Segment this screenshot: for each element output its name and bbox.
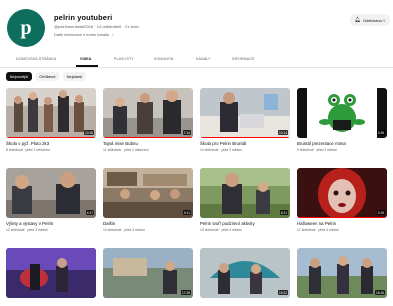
video-card[interactable]: 5:11 Dalšin 10 zhlédnutí · před 3 měsíci xyxy=(103,168,193,232)
video-title[interactable]: Škola pro Pelrin Bruntál xyxy=(200,141,290,146)
chevron-right-icon: › xyxy=(112,32,114,37)
video-thumbnail[interactable]: 17:28 xyxy=(103,248,193,298)
channel-tabs: Domovská stránka Videa Playlisty Komunit… xyxy=(0,54,393,68)
video-duration: 10:38 xyxy=(84,130,94,135)
channel-name: pelrin youtuberi xyxy=(54,13,113,22)
video-card[interactable]: 3:26 Bruntál prezentace mima 9 zhlédnutí… xyxy=(297,88,387,152)
tab-community[interactable]: Komunita xyxy=(154,57,174,61)
channel-avatar[interactable]: p xyxy=(7,9,45,47)
video-duration: 3:15 xyxy=(376,210,385,215)
video-duration: 4:17 xyxy=(85,210,94,215)
subscribed-label: Odebíráno ˅ xyxy=(363,17,386,23)
avatar-letter: p xyxy=(20,16,32,39)
video-thumbnail[interactable]: 3:26 xyxy=(297,88,387,138)
watch-progress-bar xyxy=(297,216,387,218)
tab-channels[interactable]: Kanály xyxy=(196,57,211,61)
video-thumbnail[interactable] xyxy=(6,248,96,298)
video-card[interactable] xyxy=(6,248,96,298)
video-title[interactable]: Pelrin tvoří podzimní aktivity xyxy=(200,221,290,226)
chip-newest[interactable]: Nejnovější xyxy=(6,72,32,81)
video-duration: 17:28 xyxy=(181,290,191,295)
subscribed-button[interactable]: 🔔︎ Odebíráno ˅ xyxy=(350,14,390,26)
video-duration: 19:22 xyxy=(278,290,288,295)
video-duration: 10:14 xyxy=(278,130,288,135)
video-title[interactable]: Dalšin xyxy=(103,221,193,226)
video-card[interactable]: 16:16 xyxy=(297,248,387,298)
video-card[interactable]: 7:14 Tajná mise Bubnu 11 zhlédnutí · pře… xyxy=(103,88,193,152)
video-meta: 12 zhlédnutí · před 3 měsíci xyxy=(6,227,48,232)
video-duration: 7:14 xyxy=(182,130,191,135)
tab-videos[interactable]: Videa xyxy=(80,57,91,61)
channel-about-link[interactable]: Další informace o tomto kanálu › xyxy=(54,32,113,37)
video-meta: 8 zhlédnutí · před 1 měsícem xyxy=(6,147,50,152)
video-card[interactable]: 4:17 Výlety a výstavy v Pelrin 12 zhlédn… xyxy=(6,168,96,232)
video-card[interactable]: 10:14 Škola pro Pelrin Bruntál 10 zhlédn… xyxy=(200,88,290,152)
video-card[interactable]: 19:22 xyxy=(200,248,290,298)
channel-header: p pelrin youtuberi @pelrinmeubetal2018 ·… xyxy=(0,0,393,52)
tab-about[interactable]: Informace xyxy=(232,57,254,61)
video-card[interactable]: 17:28 xyxy=(103,248,193,298)
video-thumbnail[interactable]: 7:14 xyxy=(103,88,193,138)
video-meta: 10 zhlédnutí · před 2 měsíci xyxy=(200,147,242,152)
video-meta: 13 zhlédnutí · před 4 měsíci xyxy=(200,227,242,232)
channel-about-label: Další informace o tomto kanálu xyxy=(54,32,110,37)
video-duration: 5:11 xyxy=(183,210,191,215)
watch-progress-bar xyxy=(200,136,290,138)
video-thumbnail[interactable]: 19:22 xyxy=(200,248,290,298)
video-meta: 9 zhlédnutí · před 2 měsíci xyxy=(297,147,337,152)
tab-playlists[interactable]: Playlisty xyxy=(114,57,134,61)
video-duration: 16:16 xyxy=(375,290,385,295)
video-meta: 10 zhlédnutí · před 3 měsíci xyxy=(103,227,145,232)
bell-icon: 🔔︎ xyxy=(354,17,361,23)
video-thumbnail[interactable]: 10:38 xyxy=(6,88,96,138)
chip-oldest[interactable]: Nejstarší xyxy=(63,72,86,81)
video-duration: 3:26 xyxy=(376,130,385,135)
video-card[interactable]: 3:15 Halloween na Pelrin 17 zhlédnutí · … xyxy=(297,168,387,232)
video-title[interactable]: Halloween na Pelrin xyxy=(297,221,387,226)
video-duration: 6:21 xyxy=(279,210,288,215)
chip-popular[interactable]: Oblíbené xyxy=(36,72,59,81)
video-card[interactable]: 10:38 Škola v pyž. Pluto 2k3 8 zhlédnutí… xyxy=(6,88,96,152)
video-thumbnail[interactable]: 5:11 xyxy=(103,168,193,218)
video-title[interactable]: Tajná mise Bubnu xyxy=(103,141,193,146)
video-title[interactable]: Bruntál prezentace mima xyxy=(297,141,387,146)
video-thumbnail[interactable]: 3:15 xyxy=(297,168,387,218)
video-meta: 17 zhlédnutí · před 4 měsíci xyxy=(297,227,339,232)
video-thumbnail[interactable]: 6:21 xyxy=(200,168,290,218)
watch-progress-bar xyxy=(103,136,193,138)
video-title[interactable]: Výlety a výstavy v Pelrin xyxy=(6,221,96,226)
video-thumbnail[interactable]: 16:16 xyxy=(297,248,387,298)
video-thumbnail[interactable]: 10:14 xyxy=(200,88,290,138)
channel-meta: @pelrinmeubetal2018 · 14 odběratelů · 21… xyxy=(54,24,139,29)
watch-progress-bar xyxy=(6,136,96,138)
active-tab-indicator xyxy=(76,65,98,67)
video-meta: 11 zhlédnutí · před 1 měsícem xyxy=(103,147,149,152)
video-thumbnail[interactable]: 4:17 xyxy=(6,168,96,218)
tab-home[interactable]: Domovská stránka xyxy=(16,57,56,61)
video-card[interactable]: 6:21 Pelrin tvoří podzimní aktivity 13 z… xyxy=(200,168,290,232)
video-title[interactable]: Škola v pyž. Pluto 2k3 xyxy=(6,141,96,146)
